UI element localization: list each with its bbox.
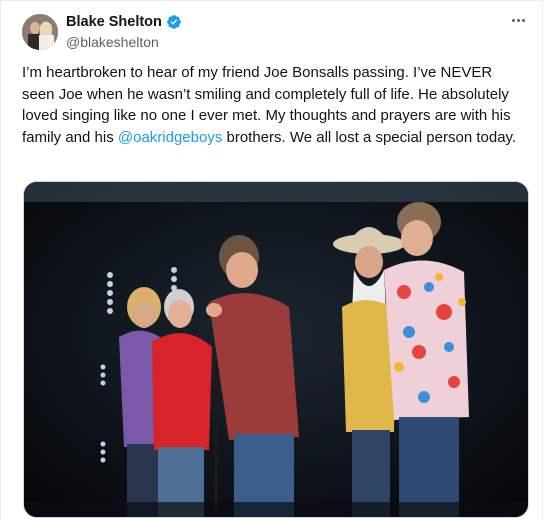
- tweet-photo[interactable]: [23, 181, 529, 518]
- avatar[interactable]: [22, 14, 58, 50]
- more-options-icon[interactable]: [508, 13, 528, 27]
- verified-badge-icon: [166, 14, 182, 30]
- author-display-name[interactable]: Blake Shelton: [66, 14, 162, 30]
- mention-link[interactable]: @oakridgeboys: [118, 129, 222, 146]
- tweet-text: I’m heartbroken to hear of my friend Joe…: [22, 62, 527, 148]
- tweet-text-part-2: brothers. We all lost a special person t…: [222, 128, 517, 146]
- author-row: Blake Shelton: [66, 14, 182, 30]
- author-handle[interactable]: @blakeshelton: [66, 34, 159, 50]
- concert-stage-photo: [24, 182, 528, 517]
- tweet-card: Blake Shelton @blakeshelton I’m heartbro…: [0, 0, 543, 519]
